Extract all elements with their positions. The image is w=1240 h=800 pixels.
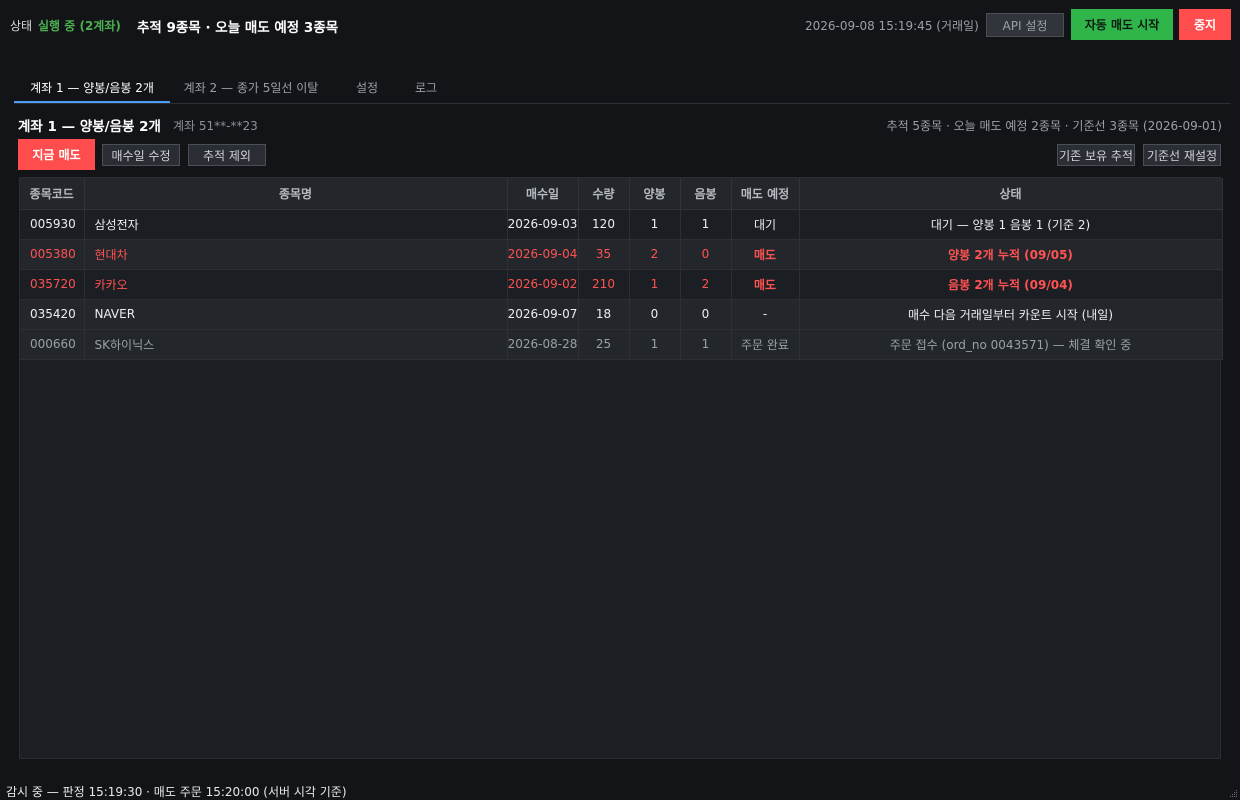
cell-name: 카카오 [84, 269, 508, 300]
column-header-name[interactable]: 종목명 [84, 178, 508, 210]
edit-buy-date-button[interactable]: 매수일 수정 [102, 144, 180, 166]
cell-code: 000660 [20, 329, 85, 360]
table-row[interactable]: 035420 NAVER 2026-09-07 18 0 0 - 매수 다음 거… [20, 299, 1223, 330]
cell-name: 삼성전자 [84, 209, 508, 240]
footer-status: 감시 중 — 판정 15:19:30 · 매도 주문 15:20:00 (서버 … [6, 785, 347, 799]
headline: 추적 9종목 · 오늘 매도 예정 3종목 [137, 20, 339, 36]
tab-bar: 계좌 1 — 양봉/음봉 2개 계좌 2 — 종가 5일선 이탈 설정 로그 [14, 70, 1231, 104]
start-auto-sell-button[interactable]: 자동 매도 시작 [1071, 9, 1173, 40]
account-title: 계좌 1 — 양봉/음봉 2개 [18, 119, 161, 135]
cell-code: 035720 [20, 269, 85, 300]
table-row[interactable]: 005930 삼성전자 2026-09-03 120 1 1 대기 대기 — 양… [20, 209, 1223, 240]
cell-name: 현대차 [84, 239, 508, 270]
table-row[interactable]: 005380 현대차 2026-09-04 35 2 0 매도 양봉 2개 누적… [20, 239, 1223, 270]
cell-up: 1 [629, 269, 681, 300]
tab-log[interactable]: 로그 [406, 70, 446, 103]
tab-settings[interactable]: 설정 [344, 70, 390, 103]
cell-name: NAVER [84, 299, 508, 330]
cell-sell: 대기 [731, 209, 800, 240]
cell-down: 2 [680, 269, 732, 300]
cell-code: 035420 [20, 299, 85, 330]
cell-date: 2026-08-28 [507, 329, 579, 360]
status-value: 실행 중 (2계좌) [38, 19, 121, 33]
column-header-up-candles[interactable]: 양봉 [629, 178, 681, 210]
cell-sell: 매도 [731, 239, 800, 270]
table-row[interactable]: 000660 SK하이닉스 2026-08-28 25 1 1 주문 완료 주문… [20, 329, 1223, 360]
cell-up: 1 [629, 329, 681, 360]
cell-down: 1 [680, 209, 732, 240]
column-header-buy-date[interactable]: 매수일 [507, 178, 579, 210]
cell-date: 2026-09-04 [507, 239, 579, 270]
cell-sell: - [731, 299, 800, 330]
tab-account-2[interactable]: 계좌 2 — 종가 5일선 이탈 [176, 70, 326, 103]
cell-status: 대기 — 양봉 1 음봉 1 (기준 2) [799, 209, 1223, 240]
cell-qty: 35 [578, 239, 630, 270]
table-row[interactable]: 035720 카카오 2026-09-02 210 1 2 매도 음봉 2개 누… [20, 269, 1223, 300]
status-label: 상태 [10, 19, 33, 33]
cell-date: 2026-09-02 [507, 269, 579, 300]
cell-qty: 18 [578, 299, 630, 330]
cell-up: 0 [629, 299, 681, 330]
cell-up: 2 [629, 239, 681, 270]
column-header-down-candles[interactable]: 음봉 [680, 178, 732, 210]
api-settings-button[interactable]: API 설정 [986, 13, 1064, 37]
cell-sell: 주문 완료 [731, 329, 800, 360]
top-bar: 상태 실행 중 (2계좌) 추적 9종목 · 오늘 매도 예정 3종목 2026… [0, 0, 1240, 50]
resize-grip-icon[interactable] [1228, 788, 1238, 798]
table-header-row: 종목코드 종목명 매수일 수량 양봉 음봉 매도 예정 상태 [20, 178, 1223, 210]
clock: 2026-09-08 15:19:45 (거래일) [805, 19, 979, 33]
column-header-qty[interactable]: 수량 [578, 178, 630, 210]
cell-code: 005380 [20, 239, 85, 270]
stop-button[interactable]: 중지 [1179, 9, 1231, 40]
column-header-sell-plan[interactable]: 매도 예정 [731, 178, 800, 210]
reset-baseline-button[interactable]: 기준선 재설정 [1143, 144, 1221, 166]
cell-code: 005930 [20, 209, 85, 240]
cell-qty: 120 [578, 209, 630, 240]
cell-status: 음봉 2개 누적 (09/04) [799, 269, 1223, 300]
cell-date: 2026-09-03 [507, 209, 579, 240]
cell-down: 0 [680, 299, 732, 330]
cell-qty: 25 [578, 329, 630, 360]
cell-up: 1 [629, 209, 681, 240]
column-header-code[interactable]: 종목코드 [20, 178, 85, 210]
track-held-button[interactable]: 기존 보유 추적 [1057, 144, 1135, 166]
holdings-table: 종목코드 종목명 매수일 수량 양봉 음봉 매도 예정 상태 005930 삼성… [19, 177, 1223, 759]
account-summary: 추적 5종목 · 오늘 매도 예정 2종목 · 기준선 3종목 (2026-09… [886, 119, 1222, 133]
account-number: 계좌 51**-**23 [173, 119, 258, 133]
column-header-status[interactable]: 상태 [799, 178, 1223, 210]
sell-now-button[interactable]: 지금 매도 [18, 139, 95, 170]
cell-status: 양봉 2개 누적 (09/05) [799, 239, 1223, 270]
cell-down: 1 [680, 329, 732, 360]
cell-status: 주문 접수 (ord_no 0043571) — 체결 확인 중 [799, 329, 1223, 360]
cell-down: 0 [680, 239, 732, 270]
cell-date: 2026-09-07 [507, 299, 579, 330]
cell-qty: 210 [578, 269, 630, 300]
untrack-button[interactable]: 추적 제외 [188, 144, 266, 166]
tab-account-1[interactable]: 계좌 1 — 양봉/음봉 2개 [14, 70, 170, 103]
cell-name: SK하이닉스 [84, 329, 508, 360]
cell-sell: 매도 [731, 269, 800, 300]
cell-status: 매수 다음 거래일부터 카운트 시작 (내일) [799, 299, 1223, 330]
